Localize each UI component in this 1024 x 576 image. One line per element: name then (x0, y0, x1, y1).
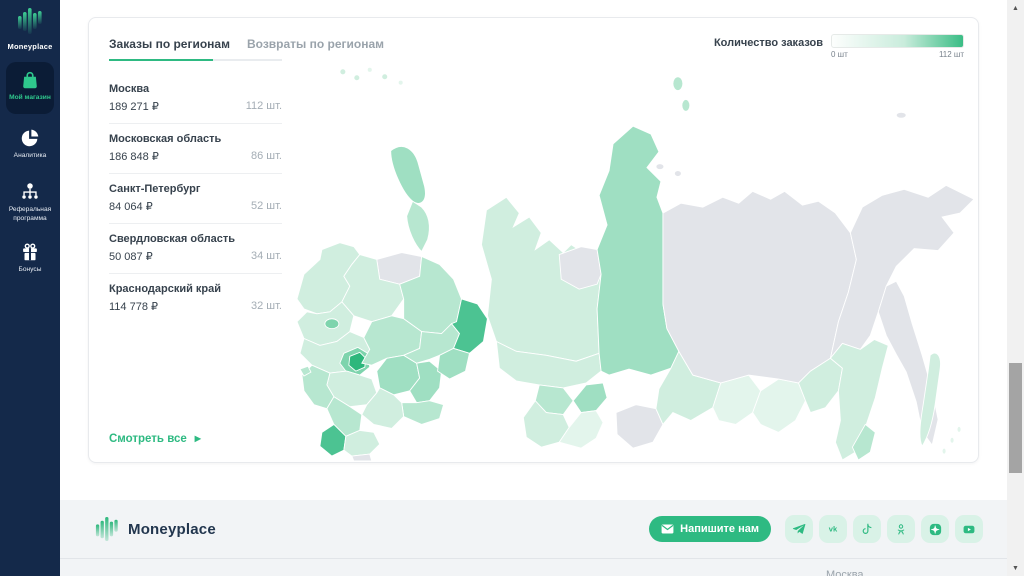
map-region-novaya-zemlya[interactable] (391, 146, 426, 203)
footer-logo-text: Moneyplace (128, 521, 216, 538)
region-name: Краснодарский край (109, 283, 282, 295)
scroll-up-arrow[interactable]: ▲ (1007, 0, 1024, 16)
region-amount: 186 848 ₽ (109, 150, 159, 163)
moneyplace-logo-icon (95, 516, 119, 542)
sidebar-logo[interactable]: Moneyplace (0, 7, 60, 51)
map-region-island[interactable] (354, 75, 360, 81)
tab-orders-by-region[interactable]: Заказы по регионам (109, 37, 230, 51)
region-name: Москва (109, 83, 282, 95)
contact-us-label: Напишите нам (680, 523, 759, 535)
region-name: Санкт-Петербург (109, 183, 282, 195)
list-item[interactable]: Москва 189 271 ₽ 112 шт. (109, 74, 282, 124)
region-count: 86 шт. (251, 150, 282, 163)
tab-returns-by-region[interactable]: Возвраты по регионам (247, 37, 384, 51)
svg-text:vk: vk (829, 525, 838, 534)
sidebar-logo-text: Moneyplace (0, 42, 60, 51)
zen-link[interactable] (921, 515, 949, 543)
map-region-island[interactable] (398, 80, 403, 85)
map-region-island[interactable] (682, 99, 690, 111)
odnoklassniki-icon (895, 522, 907, 537)
map-region-island[interactable] (950, 437, 954, 443)
zen-icon (928, 522, 943, 537)
list-item[interactable]: Краснодарский край 114 778 ₽ 32 шт. (109, 274, 282, 323)
region-name: Свердловская область (109, 233, 282, 245)
tiktok-link[interactable] (853, 515, 881, 543)
sidebar: Moneyplace Мой магазин Аналитика (0, 0, 60, 576)
map-region-yakutia[interactable] (663, 191, 856, 383)
map-region-island[interactable] (340, 69, 346, 75)
region-amount: 114 778 ₽ (109, 300, 158, 313)
contact-us-button[interactable]: Напишите нам (649, 516, 771, 542)
map-region-orenburg[interactable] (402, 401, 444, 425)
youtube-icon (961, 523, 977, 536)
view-all-link[interactable]: Смотреть все ▶ (109, 433, 201, 445)
map-region-island[interactable] (367, 67, 372, 72)
map-region-novaya-zemlya[interactable] (407, 201, 430, 251)
map-region-island[interactable] (896, 112, 906, 118)
region-count: 52 шт. (251, 200, 282, 213)
shopping-bag-icon (19, 69, 41, 91)
sidebar-item-bonuses[interactable]: Бонусы (6, 238, 54, 286)
footer: Moneyplace Напишите нам vk (60, 500, 1024, 558)
sidebar-item-my-shop[interactable]: Мой магазин (6, 62, 54, 114)
cutoff-region-label: Москва (826, 569, 864, 576)
sidebar-item-analytics[interactable]: Аналитика (6, 124, 54, 170)
view-all-label: Смотреть все (109, 433, 187, 445)
sidebar-item-label: Реферальная программа (3, 206, 57, 224)
referral-network-icon (19, 181, 41, 203)
region-count: 34 шт. (251, 250, 282, 263)
orders-by-region-card: Заказы по регионам Возвраты по регионам … (88, 17, 979, 463)
region-amount: 50 087 ₽ (109, 250, 153, 263)
sidebar-item-label: Бонусы (3, 266, 57, 275)
list-item[interactable]: Московская область 186 848 ₽ 86 шт. (109, 124, 282, 174)
region-tabs: Заказы по регионам Возвраты по регионам (109, 37, 384, 51)
region-name: Московская область (109, 133, 282, 145)
map-region-island[interactable] (942, 448, 946, 454)
telegram-link[interactable] (785, 515, 813, 543)
legend-gradient-bar (831, 34, 964, 48)
bottom-strip: Москва (60, 558, 1024, 576)
vk-link[interactable]: vk (819, 515, 847, 543)
sidebar-item-label: Мой магазин (3, 94, 57, 103)
arrow-right-icon: ▶ (195, 435, 201, 443)
map-region-island[interactable] (673, 77, 683, 91)
map-region-island[interactable] (957, 426, 961, 432)
odnoklassniki-link[interactable] (887, 515, 915, 543)
moneyplace-logo-icon (17, 7, 43, 35)
region-amount: 84 064 ₽ (109, 200, 153, 213)
footer-logo[interactable]: Moneyplace (95, 516, 216, 542)
tiktok-icon (860, 522, 874, 536)
map-region-kemerovo[interactable] (573, 383, 607, 413)
map-region-zabaikal[interactable] (753, 379, 806, 432)
scroll-down-arrow[interactable]: ▼ (1007, 560, 1024, 576)
region-list: Москва 189 271 ₽ 112 шт. Московская обла… (109, 74, 282, 323)
map-region-saint-petersburg[interactable] (325, 319, 339, 329)
map-region-island[interactable] (382, 74, 388, 80)
map-region-island[interactable] (656, 164, 664, 170)
vertical-scrollbar[interactable]: ▲ ▼ (1007, 0, 1024, 576)
map-region-island[interactable] (674, 171, 681, 177)
moneyplace-dashboard: Moneyplace Мой магазин Аналитика (0, 0, 1024, 576)
vk-icon: vk (825, 522, 841, 536)
gift-icon (19, 241, 41, 263)
scrollbar-thumb[interactable] (1009, 363, 1022, 473)
sidebar-item-label: Аналитика (3, 152, 57, 161)
list-item[interactable]: Свердловская область 50 087 ₽ 34 шт. (109, 224, 282, 274)
region-count: 32 шт. (251, 300, 282, 313)
youtube-link[interactable] (955, 515, 983, 543)
active-tab-indicator (109, 59, 213, 61)
pie-chart-icon (19, 127, 41, 149)
sidebar-item-referral[interactable]: Реферальная программа (6, 178, 54, 234)
list-item[interactable]: Санкт-Петербург 84 064 ₽ 52 шт. (109, 174, 282, 224)
envelope-icon (661, 524, 674, 534)
map-region-tuva[interactable] (616, 405, 663, 448)
telegram-icon (792, 522, 806, 536)
region-amount: 189 271 ₽ (109, 100, 159, 113)
tab-underline (109, 59, 282, 61)
region-count: 112 шт. (246, 100, 282, 113)
russia-map[interactable] (291, 56, 979, 461)
